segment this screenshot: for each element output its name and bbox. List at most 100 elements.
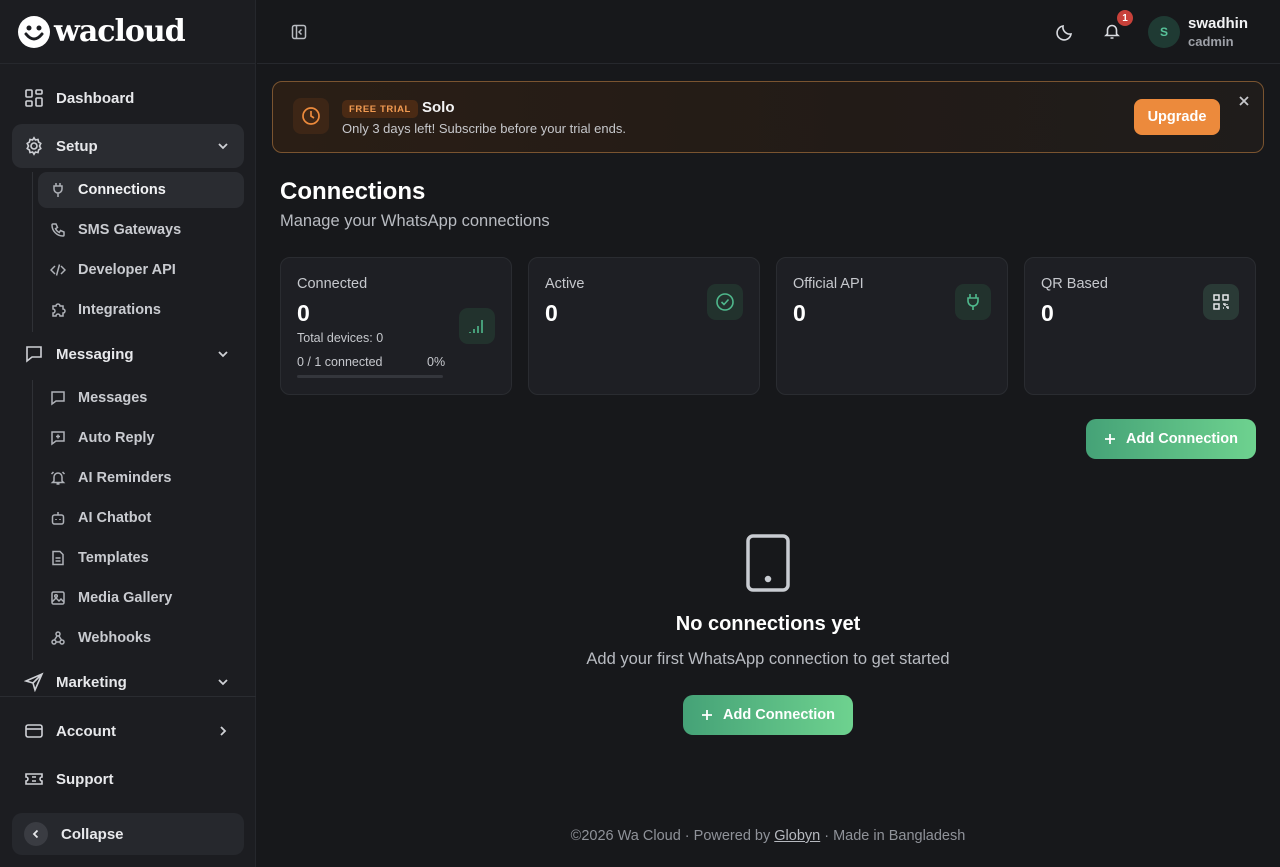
plus-icon bbox=[701, 709, 713, 721]
check-circle-icon bbox=[707, 284, 743, 320]
free-trial-badge: FREE TRIAL bbox=[342, 100, 418, 118]
collapse-button[interactable]: Collapse bbox=[12, 813, 244, 855]
footer-suffix: · Made in Bangladesh bbox=[820, 828, 966, 844]
sidebar-item-connections[interactable]: Connections bbox=[38, 172, 244, 208]
reply-icon bbox=[50, 430, 66, 446]
plug-icon bbox=[50, 182, 66, 198]
sidebar-item-messages[interactable]: Messages bbox=[38, 380, 244, 416]
sidebar-item-sms-gateways[interactable]: SMS Gateways bbox=[38, 212, 244, 248]
collapse-label: Collapse bbox=[61, 825, 124, 843]
image-icon bbox=[50, 590, 66, 606]
sidebar-item-webhooks[interactable]: Webhooks bbox=[38, 620, 244, 656]
total-devices: Total devices: 0 bbox=[297, 331, 384, 345]
empty-state-subtitle: Add your first WhatsApp connection to ge… bbox=[586, 650, 950, 668]
add-connection-button[interactable]: Add Connection bbox=[1086, 419, 1256, 459]
file-icon bbox=[50, 550, 66, 566]
sidebar-item-label: Messages bbox=[78, 390, 148, 406]
card-icon bbox=[24, 721, 44, 741]
sidebar-item-developer-api[interactable]: Developer API bbox=[38, 252, 244, 288]
page-title: Connections bbox=[280, 178, 426, 205]
stat-value: 0 bbox=[297, 300, 310, 326]
sidebar-item-label: Dashboard bbox=[56, 89, 135, 107]
close-icon[interactable] bbox=[1238, 95, 1250, 107]
avatar[interactable]: S bbox=[1148, 16, 1180, 48]
stat-label: Connected bbox=[297, 276, 368, 292]
code-icon bbox=[50, 262, 66, 278]
sidebar-item-templates[interactable]: Templates bbox=[38, 540, 244, 576]
sidebar-item-support[interactable]: Support bbox=[12, 759, 244, 799]
sidebar-item-label: AI Chatbot bbox=[78, 510, 152, 526]
alarm-icon bbox=[50, 470, 66, 486]
sidebar-toggle-icon[interactable] bbox=[291, 24, 307, 40]
sidebar-item-label: Marketing bbox=[56, 673, 127, 691]
sidebar-item-messaging[interactable]: Messaging bbox=[12, 334, 244, 374]
sidebar-divider bbox=[0, 696, 256, 697]
footer: ©2026 Wa Cloud · Powered by Globyn · Mad… bbox=[280, 828, 1256, 844]
trial-plan-name: Solo bbox=[422, 99, 455, 116]
empty-add-connection-button[interactable]: Add Connection bbox=[683, 695, 853, 735]
notification-badge: 1 bbox=[1117, 10, 1133, 26]
ticket-icon bbox=[24, 769, 44, 789]
grid-icon bbox=[24, 88, 44, 108]
message-icon bbox=[50, 390, 66, 406]
sidebar-item-label: Auto Reply bbox=[78, 430, 155, 446]
plug-icon bbox=[955, 284, 991, 320]
sidebar-item-label: Account bbox=[56, 722, 116, 740]
smiley-logo-icon bbox=[18, 15, 50, 48]
user-role: cadmin bbox=[1188, 34, 1234, 49]
chevron-down-icon bbox=[216, 139, 230, 153]
stat-value: 0 bbox=[793, 300, 806, 326]
sidebar-item-label: Developer API bbox=[78, 262, 176, 278]
stat-card-official-api: Official API 0 bbox=[776, 257, 1008, 395]
setup-tree-line bbox=[32, 172, 33, 332]
brand-name: wacloud bbox=[54, 14, 186, 49]
plus-icon bbox=[1104, 433, 1116, 445]
gear-icon bbox=[24, 136, 44, 156]
sidebar: wacloud Dashboard Setup Connections SMS … bbox=[0, 0, 256, 867]
sidebar-item-ai-chatbot[interactable]: AI Chatbot bbox=[38, 500, 244, 536]
bot-icon bbox=[50, 510, 66, 526]
user-name[interactable]: swadhin bbox=[1188, 15, 1248, 32]
sidebar-item-auto-reply[interactable]: Auto Reply bbox=[38, 420, 244, 456]
footer-prefix: ©2026 Wa Cloud · Powered by bbox=[570, 828, 775, 844]
stat-value: 0 bbox=[1041, 300, 1054, 326]
sidebar-item-setup[interactable]: Setup bbox=[12, 124, 244, 168]
upgrade-button[interactable]: Upgrade bbox=[1134, 99, 1220, 135]
sidebar-item-media-gallery[interactable]: Media Gallery bbox=[38, 580, 244, 616]
stat-value: 0 bbox=[545, 300, 558, 326]
sidebar-item-label: Support bbox=[56, 770, 114, 788]
brand[interactable]: wacloud bbox=[0, 0, 255, 64]
qr-code-icon bbox=[1203, 284, 1239, 320]
sidebar-item-label: AI Reminders bbox=[78, 470, 172, 486]
sidebar-item-label: Templates bbox=[78, 550, 149, 566]
stat-label: Official API bbox=[793, 276, 864, 292]
empty-state-title: No connections yet bbox=[675, 613, 861, 635]
chevron-right-icon bbox=[216, 724, 230, 738]
moon-icon[interactable] bbox=[1056, 23, 1074, 41]
sidebar-item-label: Connections bbox=[78, 182, 166, 198]
page-subtitle: Manage your WhatsApp connections bbox=[280, 212, 550, 230]
sidebar-item-dashboard[interactable]: Dashboard bbox=[12, 78, 244, 118]
sidebar-item-label: Webhooks bbox=[78, 630, 152, 646]
webhook-icon bbox=[50, 630, 66, 646]
chevron-left-icon bbox=[24, 822, 48, 846]
add-connection-label: Add Connection bbox=[723, 707, 835, 723]
add-connection-label: Add Connection bbox=[1126, 431, 1238, 447]
stat-label: QR Based bbox=[1041, 276, 1108, 292]
sidebar-item-label: Messaging bbox=[56, 345, 134, 363]
stat-label: Active bbox=[545, 276, 585, 292]
signal-icon bbox=[459, 308, 495, 344]
send-icon bbox=[24, 672, 44, 692]
puzzle-icon bbox=[50, 302, 66, 318]
sidebar-item-account[interactable]: Account bbox=[12, 711, 244, 751]
chevron-down-icon bbox=[216, 347, 230, 361]
sidebar-item-integrations[interactable]: Integrations bbox=[38, 292, 244, 328]
stat-card-qr-based: QR Based 0 bbox=[1024, 257, 1256, 395]
clock-icon bbox=[293, 98, 329, 134]
bell-icon[interactable] bbox=[1103, 22, 1121, 40]
tablet-icon bbox=[745, 533, 791, 593]
stat-card-connected: Connected 0 Total devices: 0 0 / 1 conne… bbox=[280, 257, 512, 395]
footer-link-globyn[interactable]: Globyn bbox=[774, 828, 820, 844]
sidebar-item-ai-reminders[interactable]: AI Reminders bbox=[38, 460, 244, 496]
connected-ratio: 0 / 1 connected bbox=[297, 355, 383, 369]
